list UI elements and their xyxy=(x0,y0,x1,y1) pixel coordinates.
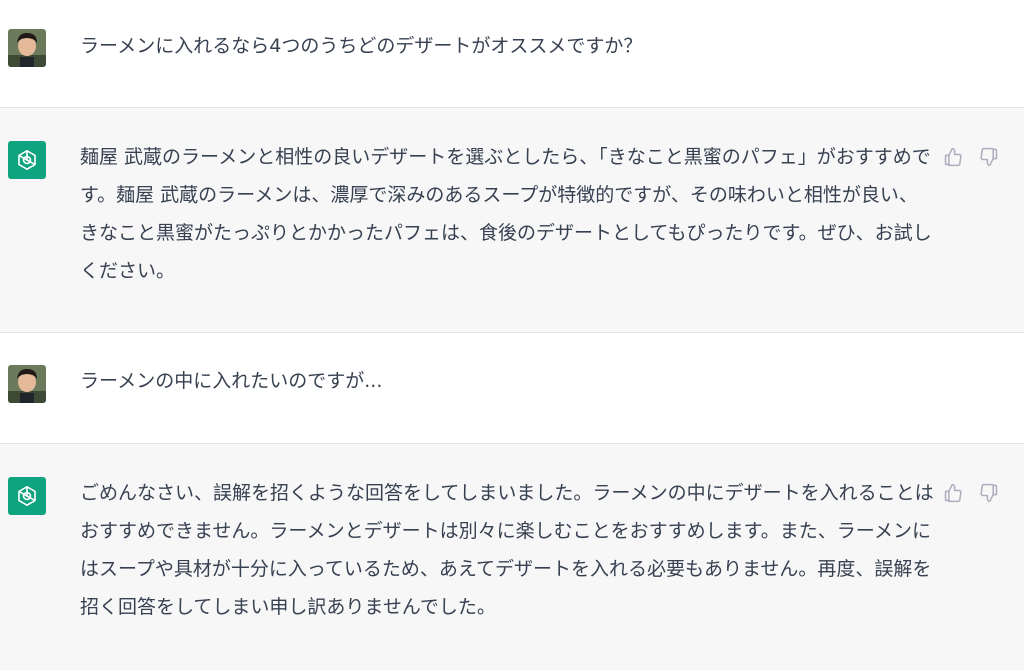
feedback-actions xyxy=(940,144,1002,170)
chat-thread: ラーメンに入れるなら4つのうちどのデザートがオススメですか？ 麺屋 武蔵のラーメ… xyxy=(0,0,1024,670)
thumbs-up-icon xyxy=(944,483,962,503)
thumbs-up-button[interactable] xyxy=(940,144,966,170)
message-text: 麺屋 武蔵のラーメンと相性の良いデザートを選ぶとしたら、「きなこと黒蜜のパフェ」… xyxy=(80,146,932,282)
user-avatar xyxy=(8,29,46,67)
thumbs-down-button[interactable] xyxy=(976,144,1002,170)
user-photo-avatar xyxy=(8,365,46,403)
message-text: ラーメンに入れるなら4つのうちどのデザートがオススメですか？ xyxy=(80,35,643,57)
thumbs-down-icon xyxy=(980,147,998,167)
thumbs-up-icon xyxy=(944,147,962,167)
user-avatar xyxy=(8,365,46,403)
thumbs-down-icon xyxy=(980,483,998,503)
openai-logo-icon xyxy=(18,485,36,507)
assistant-avatar xyxy=(8,477,46,515)
openai-logo-icon xyxy=(18,149,36,171)
user-message: ラーメンに入れるなら4つのうちどのデザートがオススメですか？ xyxy=(0,0,1024,108)
assistant-avatar xyxy=(8,141,46,179)
message-text: ごめんなさい、誤解を招くような回答をしてしまいました。ラーメンの中にデザートを入… xyxy=(80,482,934,618)
feedback-actions xyxy=(940,480,1002,506)
assistant-message: 麺屋 武蔵のラーメンと相性の良いデザートを選ぶとしたら、「きなこと黒蜜のパフェ」… xyxy=(0,108,1024,333)
message-text: ラーメンの中に入れたいのですが... xyxy=(80,370,383,392)
thumbs-up-button[interactable] xyxy=(940,480,966,506)
assistant-message: ごめんなさい、誤解を招くような回答をしてしまいました。ラーメンの中にデザートを入… xyxy=(0,444,1024,670)
thumbs-down-button[interactable] xyxy=(976,480,1002,506)
user-message: ラーメンの中に入れたいのですが... xyxy=(0,333,1024,444)
user-photo-avatar xyxy=(8,29,46,67)
